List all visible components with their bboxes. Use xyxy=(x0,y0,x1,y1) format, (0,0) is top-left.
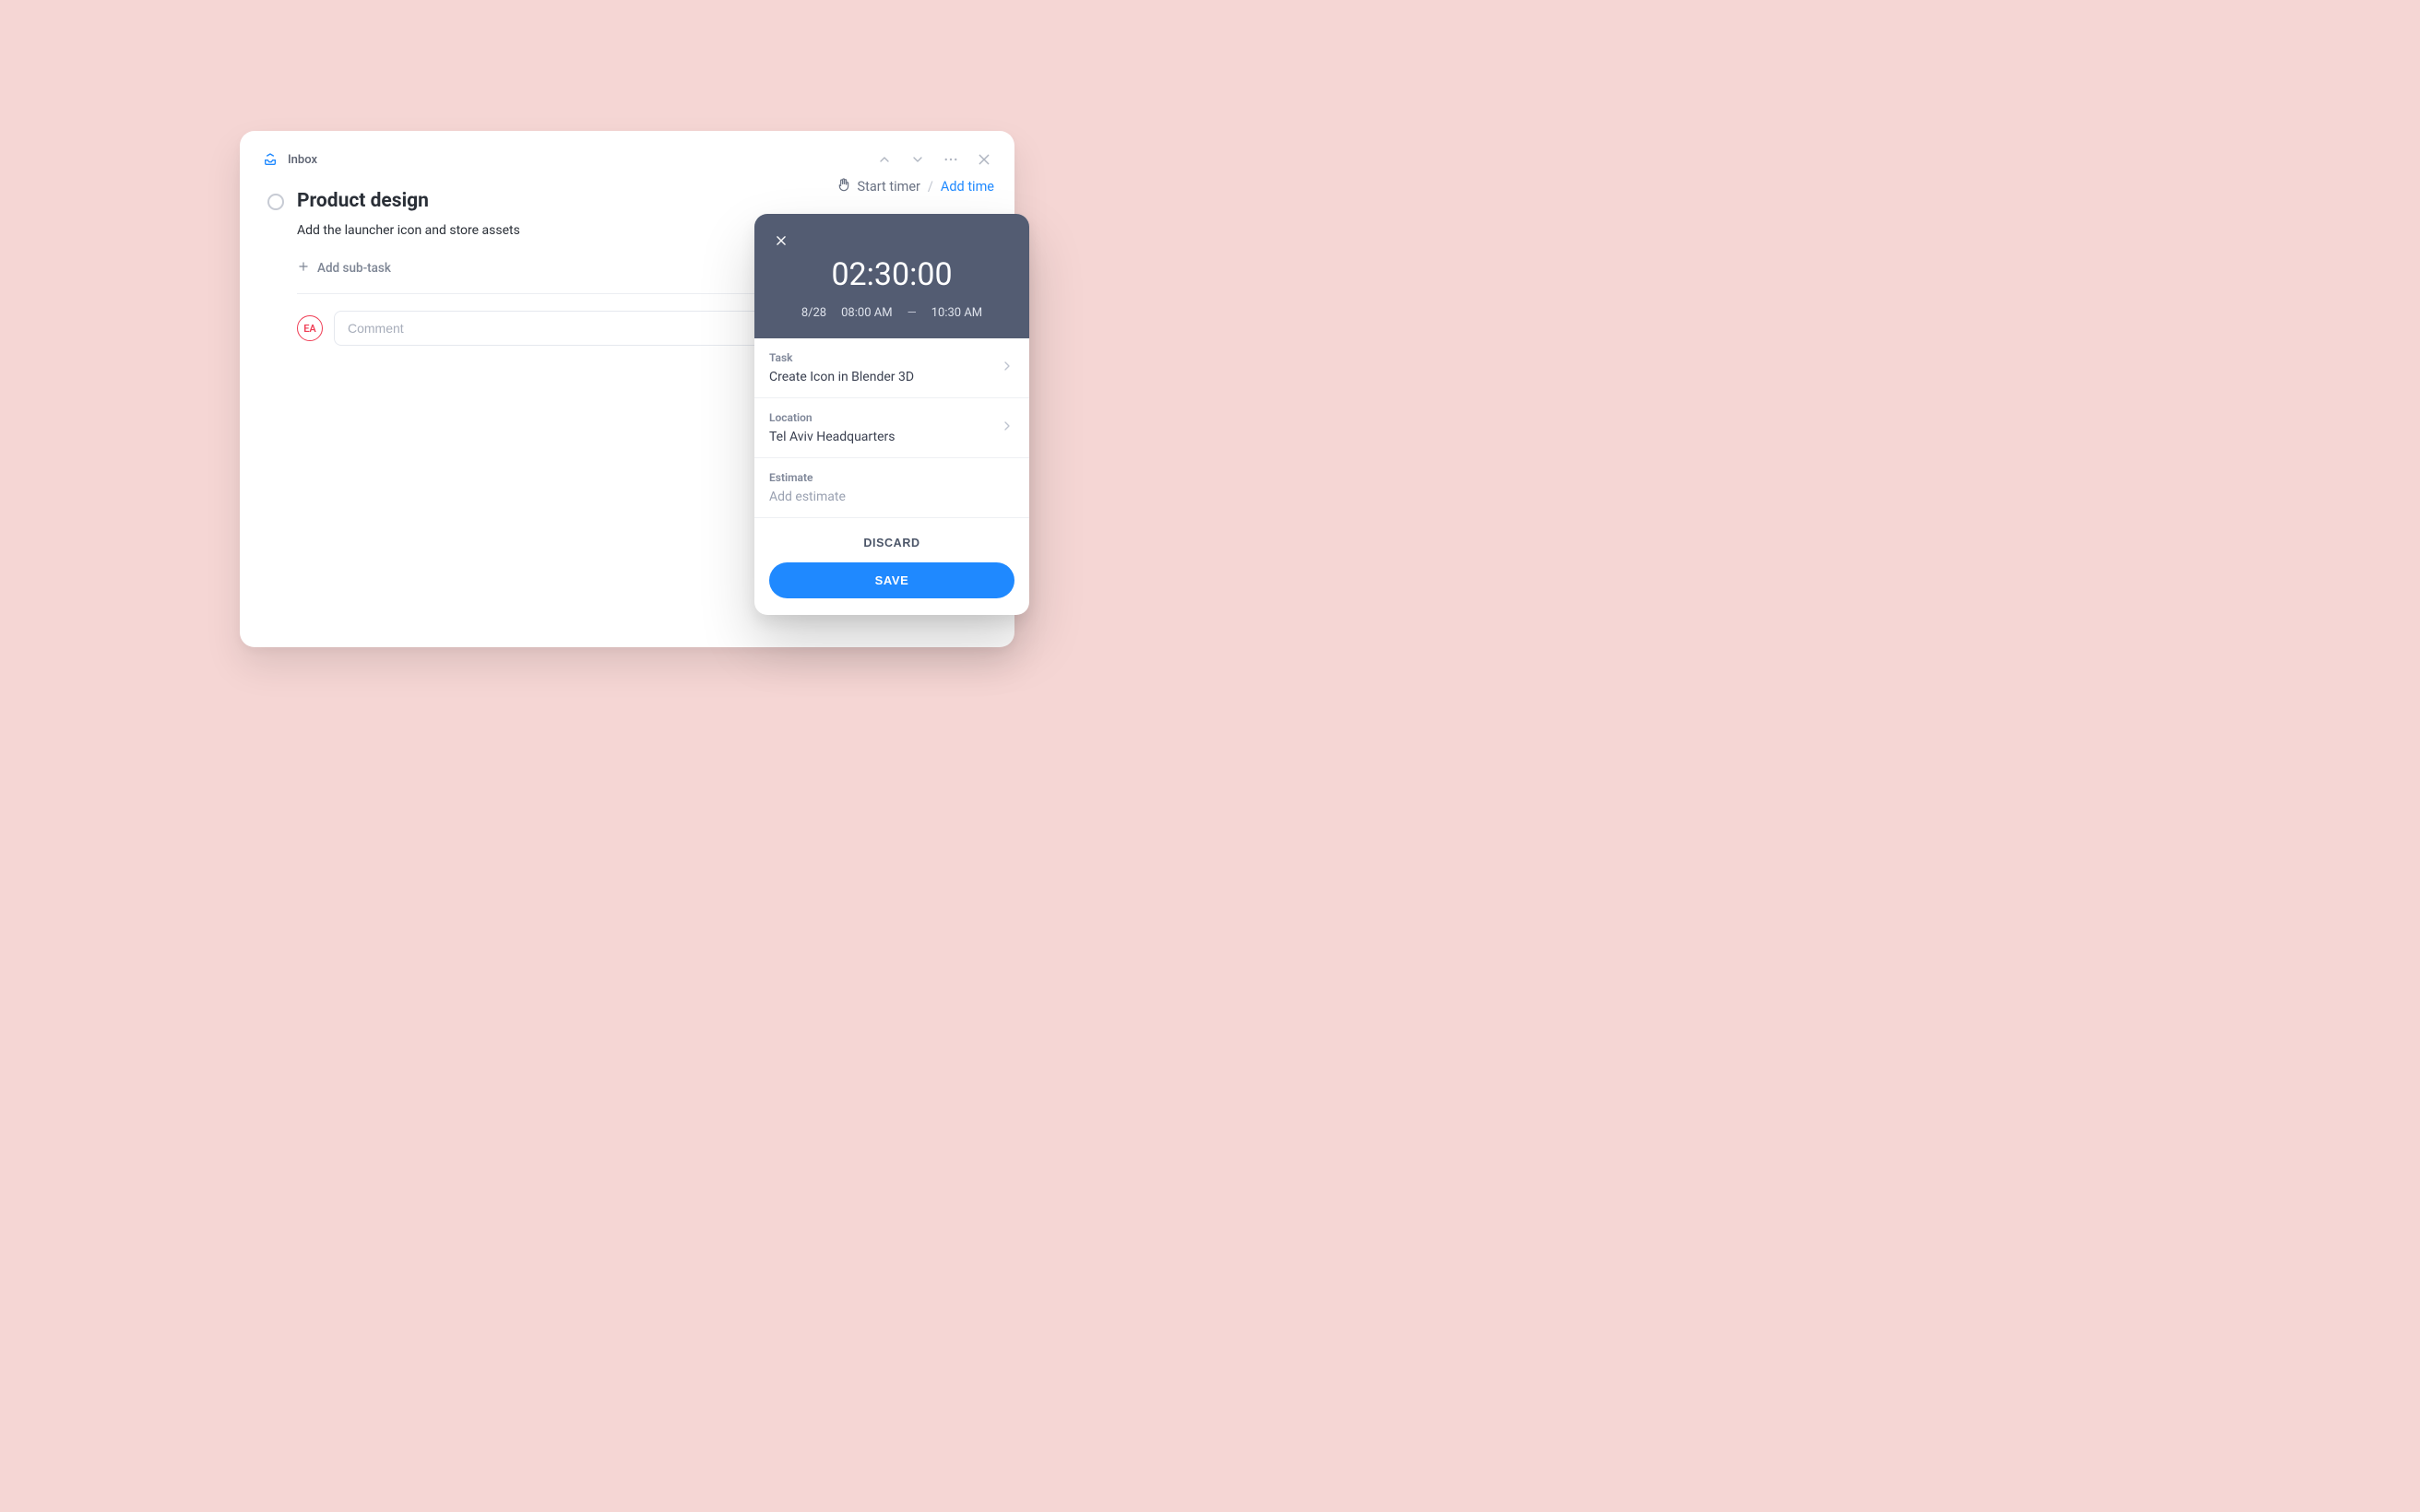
start-timer-button[interactable]: Start timer xyxy=(836,177,919,195)
timer-separator: / xyxy=(928,179,933,195)
save-button[interactable]: SAVE xyxy=(769,562,1014,598)
hand-icon xyxy=(836,177,851,195)
add-time-panel: 02:30:00 8/28 08:00 AM — 10:30 AM Task C… xyxy=(754,214,1029,615)
add-subtask-label: Add sub-task xyxy=(317,261,391,276)
task-title[interactable]: Product design xyxy=(297,190,429,212)
add-subtask-button[interactable]: Add sub-task xyxy=(297,260,391,277)
estimate-field-label: Estimate xyxy=(769,471,1014,484)
next-task-button[interactable] xyxy=(908,149,928,170)
time-range-separator: — xyxy=(908,306,917,320)
task-picker-row[interactable]: Task Create Icon in Blender 3D xyxy=(769,351,1014,384)
date-display[interactable]: 8/28 xyxy=(801,306,826,320)
end-time-display[interactable]: 10:30 AM xyxy=(931,306,982,320)
duration-display[interactable]: 02:30:00 xyxy=(771,256,1013,293)
breadcrumb[interactable]: Inbox xyxy=(288,153,317,167)
close-icon[interactable] xyxy=(771,230,791,251)
inbox-icon xyxy=(260,149,280,170)
estimate-row[interactable]: Estimate Add estimate xyxy=(754,458,1029,518)
task-field-label: Task xyxy=(769,351,914,364)
prev-task-button[interactable] xyxy=(874,149,895,170)
plus-icon xyxy=(297,260,310,277)
estimate-field-placeholder: Add estimate xyxy=(769,490,1014,504)
discard-button[interactable]: DISCARD xyxy=(769,537,1014,549)
location-picker-row[interactable]: Location Tel Aviv Headquarters xyxy=(769,411,1014,444)
chevron-right-icon xyxy=(1000,419,1014,437)
start-time-display[interactable]: 08:00 AM xyxy=(841,306,892,320)
location-field-label: Location xyxy=(769,411,895,424)
close-button[interactable] xyxy=(974,149,994,170)
location-field-value: Tel Aviv Headquarters xyxy=(769,430,895,444)
task-field-value: Create Icon in Blender 3D xyxy=(769,370,914,384)
more-options-button[interactable] xyxy=(941,149,961,170)
task-complete-checkbox[interactable] xyxy=(267,194,284,210)
start-timer-label: Start timer xyxy=(857,179,919,195)
avatar: EA xyxy=(297,315,323,341)
chevron-right-icon xyxy=(1000,359,1014,377)
add-time-button[interactable]: Add time xyxy=(941,179,994,195)
